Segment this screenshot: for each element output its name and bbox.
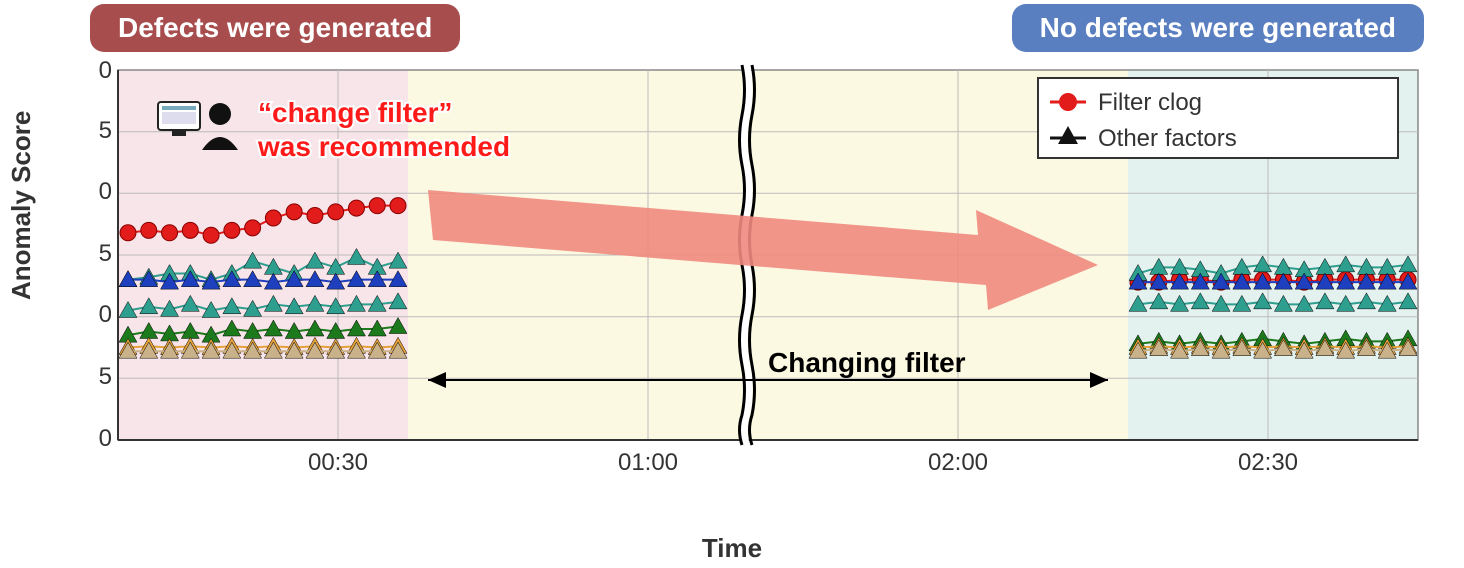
svg-text:02:30: 02:30	[1238, 449, 1298, 476]
svg-text:Changing filter: Changing filter	[768, 347, 966, 378]
x-axis-label: Time	[702, 533, 762, 564]
svg-text:0.5: 0.5	[98, 363, 112, 390]
recommend-text-1: “change filter”	[258, 97, 452, 128]
legend: Filter clog Other factors	[1038, 78, 1398, 158]
chart-area: 0.0 0.5 1.0 1.5 2.0 2.5 3.0 00:30 01:00 …	[98, 60, 1428, 500]
x-ticks: 00:30 01:00 02:00 02:30	[308, 449, 1298, 476]
y-axis-label: Anomaly Score	[6, 111, 37, 300]
svg-text:2.0: 2.0	[98, 178, 112, 205]
y-ticks: 0.0 0.5 1.0 1.5 2.0 2.5 3.0	[98, 60, 112, 452]
banner-no-defects: No defects were generated	[1012, 4, 1424, 52]
svg-text:0.0: 0.0	[98, 425, 112, 452]
svg-text:00:30: 00:30	[308, 449, 368, 476]
svg-text:1.0: 1.0	[98, 301, 112, 328]
svg-text:Filter clog: Filter clog	[1098, 89, 1202, 116]
svg-text:02:00: 02:00	[928, 449, 988, 476]
svg-text:2.5: 2.5	[98, 117, 112, 144]
anomaly-chart: 0.0 0.5 1.0 1.5 2.0 2.5 3.0 00:30 01:00 …	[98, 60, 1428, 500]
svg-text:Other factors: Other factors	[1098, 125, 1237, 152]
banner-defects: Defects were generated	[90, 4, 460, 52]
svg-text:1.5: 1.5	[98, 240, 112, 267]
svg-text:01:00: 01:00	[618, 449, 678, 476]
recommend-text-2: was recommended	[257, 131, 510, 162]
svg-text:3.0: 3.0	[98, 60, 112, 84]
